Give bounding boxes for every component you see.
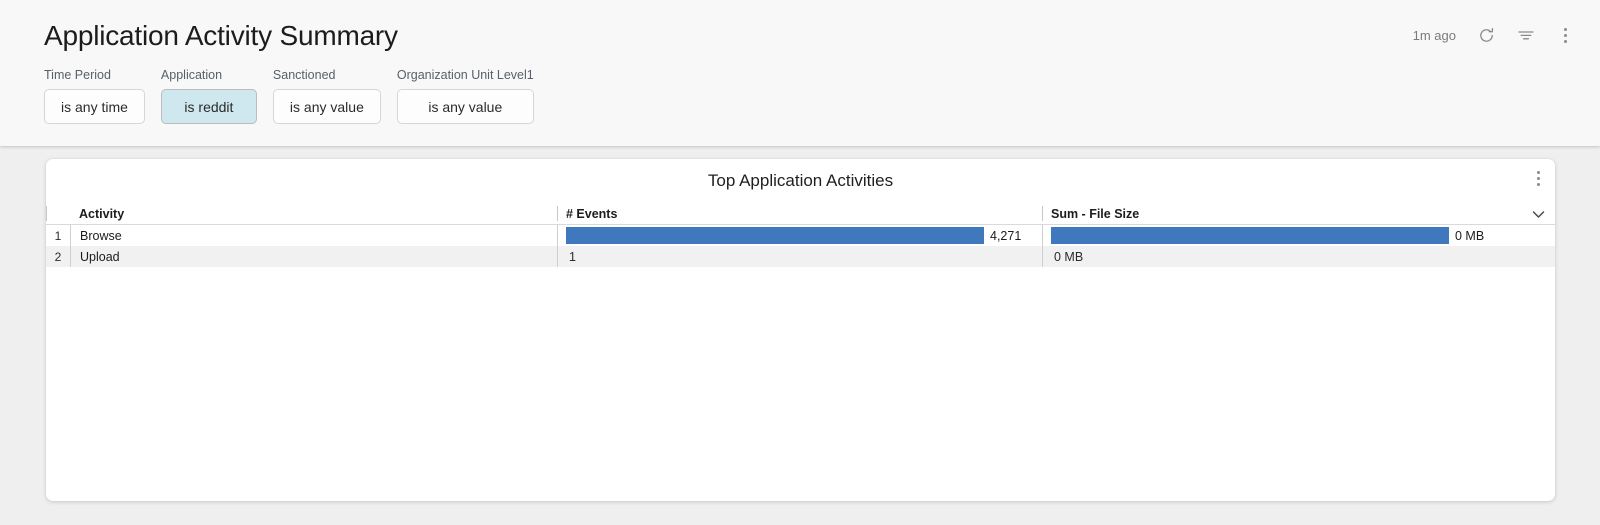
filter-label: Sanctioned: [272, 68, 336, 82]
bar-wrapper: 0 MB: [1051, 246, 1555, 267]
column-header-activity[interactable]: Activity: [46, 202, 557, 224]
page-title: Application Activity Summary: [44, 20, 398, 51]
events-bar: [566, 227, 984, 244]
column-header-file-size[interactable]: Sum - File Size: [1042, 202, 1555, 224]
column-header-label: Activity: [79, 207, 125, 221]
filter-bar: Time Period is any time Application is r…: [44, 68, 534, 124]
events-value-label: 1: [569, 249, 576, 264]
column-divider-tick: [1042, 206, 1043, 221]
refresh-icon[interactable]: [1476, 25, 1496, 45]
last-refresh-label: 1m ago: [1412, 27, 1456, 43]
card-title: Top Application Activities: [707, 171, 894, 190]
bar-wrapper: 1: [566, 246, 1042, 267]
cell-file-size: 0 MB: [1042, 246, 1555, 267]
row-number: 1: [54, 228, 62, 243]
column-divider-tick: [557, 206, 558, 221]
filter-chip-sanctioned[interactable]: is any value: [272, 89, 381, 124]
bar-wrapper: 4,271: [566, 225, 1042, 246]
filter-application: Application is reddit: [160, 68, 257, 124]
top-application-activities-card: Top Application Activities Activity # Ev…: [46, 159, 1555, 501]
filter-time-period: Time Period is any time: [44, 68, 145, 124]
cell-activity: Browse: [70, 225, 557, 246]
filter-label: Time Period: [44, 68, 111, 82]
filter-chip-organization-unit-level1[interactable]: is any value: [396, 89, 534, 124]
dot: [1563, 27, 1567, 31]
file-size-value-label: 0 MB: [1455, 228, 1485, 243]
filter-label: Organization Unit Level1: [396, 68, 534, 82]
column-header-events[interactable]: # Events: [557, 202, 1042, 224]
filter-sanctioned: Sanctioned is any value: [272, 68, 381, 124]
events-value-label: 4,271: [990, 228, 1022, 243]
filter-chip-time-period[interactable]: is any time: [44, 89, 145, 124]
row-number-header: [46, 202, 70, 224]
dot: [1536, 182, 1540, 186]
filter-chip-application[interactable]: is reddit: [160, 89, 257, 124]
filter-organization-unit-level1: Organization Unit Level1 is any value: [396, 68, 534, 124]
header-tools: 1m ago: [1413, 25, 1574, 45]
chevron-down-icon[interactable]: [1532, 208, 1545, 222]
cell-events: 1: [557, 246, 1042, 267]
activities-table: Activity # Events Sum - File Size 1 Brow…: [46, 202, 1555, 267]
row-number: 2: [54, 249, 62, 264]
bar-wrapper: 0 MB: [1051, 225, 1555, 246]
table-row[interactable]: 1 Browse 4,271 0 MB: [46, 225, 1555, 246]
filter-label: Application: [160, 68, 223, 82]
filter-icon[interactable]: [1516, 25, 1536, 45]
cell-events: 4,271: [557, 225, 1042, 246]
page-header: Application Activity Summary 1m ago Time…: [0, 0, 1600, 146]
dot: [1563, 39, 1567, 43]
dot: [1563, 33, 1567, 37]
column-header-label: # Events: [566, 207, 618, 221]
cell-file-size: 0 MB: [1042, 225, 1555, 246]
dot: [1536, 170, 1540, 174]
column-header-label: Sum - File Size: [1051, 207, 1140, 221]
card-menu-dots-vertical-icon[interactable]: [1529, 168, 1547, 188]
file-size-value-label: 0 MB: [1054, 249, 1084, 264]
column-divider-tick: [46, 206, 47, 221]
dots-vertical-icon[interactable]: [1556, 25, 1574, 45]
table-row[interactable]: 2 Upload 1 0 MB: [46, 246, 1555, 267]
file-size-bar: [1051, 227, 1449, 244]
table-header-row: Activity # Events Sum - File Size: [46, 202, 1555, 225]
dot: [1536, 176, 1540, 180]
cell-activity: Upload: [70, 246, 557, 267]
